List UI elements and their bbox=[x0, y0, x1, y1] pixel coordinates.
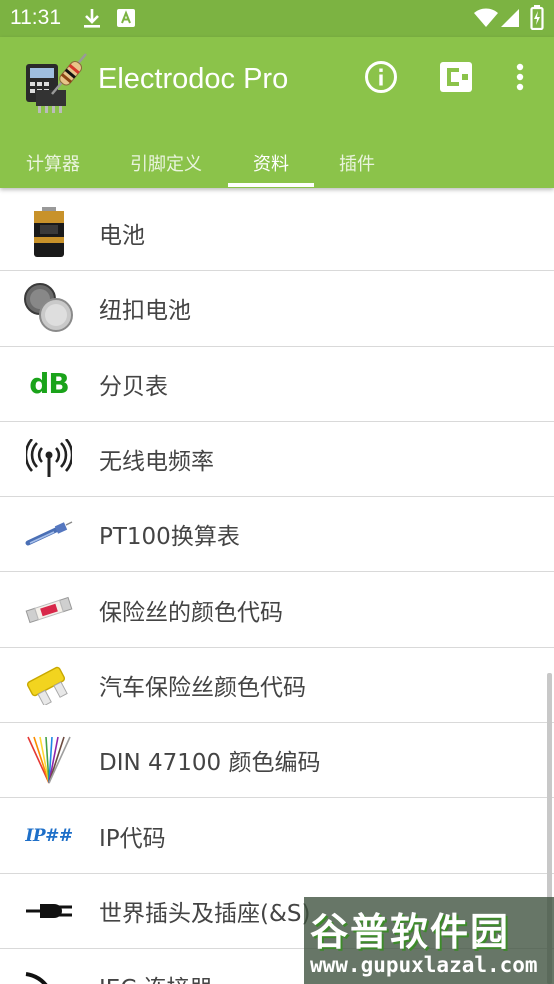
tab-plugins[interactable]: 插件 bbox=[318, 138, 396, 188]
electrodoc-logo bbox=[22, 50, 88, 114]
list-item-label: DIN 47100 颜色编码 bbox=[99, 750, 321, 777]
list-item[interactable]: 保险丝的颜色代码 bbox=[0, 572, 554, 648]
list-item-label: 无线电频率 bbox=[99, 449, 214, 476]
status-bar: 11:31 bbox=[0, 0, 554, 37]
app-title: Electrodoc Pro bbox=[98, 63, 289, 95]
list-item-label: IEC 连接器 bbox=[99, 969, 213, 984]
list-item[interactable]: 电池 bbox=[0, 196, 554, 272]
tab-pinouts[interactable]: 引脚定义 bbox=[118, 138, 214, 188]
tab-resources[interactable]: 资料 bbox=[228, 138, 314, 188]
list-item[interactable]: 无线电频率 bbox=[0, 422, 554, 498]
wifi-icon bbox=[474, 8, 498, 32]
db-icon-text: dB bbox=[29, 367, 69, 401]
active-tab-indicator bbox=[228, 183, 314, 187]
overflow-menu-button[interactable] bbox=[500, 59, 540, 99]
app-bar: Electrodoc Pro 计算器 引脚定义 资料 插件 bbox=[0, 37, 554, 188]
info-button[interactable] bbox=[361, 59, 401, 99]
list-item[interactable]: 纽扣电池 bbox=[0, 271, 554, 347]
list-item-label: 世界插头及插座(&S) bbox=[99, 900, 311, 927]
more-vert-icon bbox=[516, 63, 524, 95]
list-item-label: 电池 bbox=[99, 223, 145, 250]
list-item[interactable]: dB 分贝表 bbox=[0, 347, 554, 422]
watermark: 谷普软件园 www.gupuxlazal.com bbox=[304, 897, 554, 984]
app-notification-icon bbox=[117, 9, 135, 31]
status-time: 11:31 bbox=[10, 6, 61, 29]
plugin-icon bbox=[439, 61, 473, 97]
plug-icon bbox=[22, 884, 76, 938]
radio-wave-icon bbox=[22, 432, 76, 486]
pt100-sensor-icon bbox=[22, 507, 76, 561]
tab-bar: 计算器 引脚定义 资料 插件 bbox=[0, 138, 554, 188]
tab-label: 计算器 bbox=[26, 154, 80, 175]
list-item-label: 分贝表 bbox=[99, 373, 168, 400]
wire-colors-icon bbox=[22, 733, 76, 787]
fuse-icon bbox=[22, 583, 76, 637]
info-icon bbox=[364, 60, 398, 98]
db-icon: dB bbox=[22, 357, 76, 411]
watermark-url: www.gupuxlazal.com bbox=[310, 953, 538, 977]
ip-code-icon: IP## bbox=[22, 809, 76, 863]
list-item-label: PT100换算表 bbox=[99, 524, 240, 551]
list-item[interactable]: 汽车保险丝颜色代码 bbox=[0, 648, 554, 724]
ip-code-icon-text: IP## bbox=[25, 825, 73, 846]
watermark-title: 谷普软件园 bbox=[310, 910, 511, 954]
plugin-button[interactable] bbox=[436, 59, 476, 99]
tab-label: 引脚定义 bbox=[130, 154, 202, 175]
list-item-label: IP代码 bbox=[99, 825, 166, 852]
resource-list: 电池 纽扣电池 dB 分贝表 无线电频率 PT100换算表 保险丝的颜色代码 汽… bbox=[0, 196, 554, 984]
list-item-label: 汽车保险丝颜色代码 bbox=[99, 674, 306, 701]
list-item[interactable]: DIN 47100 颜色编码 bbox=[0, 723, 554, 799]
car-fuse-icon bbox=[22, 658, 76, 712]
iec-connector-icon bbox=[22, 959, 76, 984]
list-item[interactable]: IP## IP代码 bbox=[0, 798, 554, 874]
tab-label: 资料 bbox=[253, 154, 289, 175]
download-icon bbox=[82, 7, 102, 33]
list-item[interactable]: PT100换算表 bbox=[0, 497, 554, 573]
list-item-label: 保险丝的颜色代码 bbox=[99, 599, 283, 626]
battery-charging-icon bbox=[530, 5, 544, 34]
battery-icon bbox=[22, 206, 76, 260]
cell-signal-icon bbox=[500, 8, 520, 32]
tab-calculator[interactable]: 计算器 bbox=[10, 138, 96, 188]
coin-cell-icon bbox=[22, 281, 76, 335]
tab-label: 插件 bbox=[339, 154, 375, 175]
list-item-label: 纽扣电池 bbox=[99, 298, 191, 325]
